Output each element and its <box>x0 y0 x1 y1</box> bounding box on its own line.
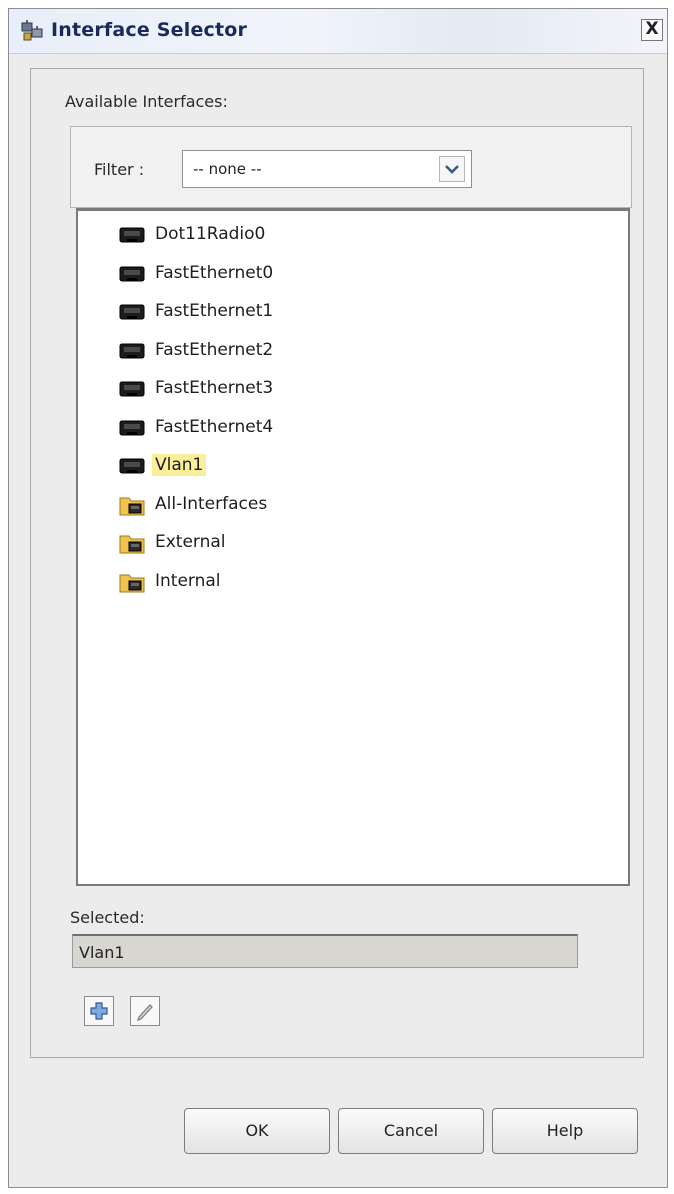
tree-item[interactable]: External <box>118 529 478 557</box>
dropdown-arrow-button[interactable] <box>439 156 465 182</box>
ok-button[interactable]: OK <box>184 1108 330 1154</box>
window-title: Interface Selector <box>51 19 248 41</box>
interface-icon <box>119 458 145 474</box>
tree-item-label: FastEthernet1 <box>155 301 274 321</box>
tree-item-label: FastEthernet2 <box>155 339 274 360</box>
interface-icon <box>119 343 145 358</box>
interface-group-icon <box>119 535 145 554</box>
tree-item[interactable]: Internal <box>118 568 478 596</box>
filter-dropdown[interactable]: -- none -- <box>182 150 472 188</box>
title-bar[interactable]: Interface Selector X <box>9 9 667 54</box>
interface-tree[interactable]: Dot11Radio0 FastEthernet0 FastEthernet1 Fas… <box>76 208 630 886</box>
tree-item[interactable]: FastEthernet3 <box>118 375 478 403</box>
tree-item[interactable]: All-Interfaces <box>118 491 478 519</box>
interface-selector-icon <box>21 20 43 41</box>
add-button[interactable] <box>84 996 114 1026</box>
edit-button[interactable] <box>130 996 160 1026</box>
tree-item-label: Vlan1 <box>152 454 207 476</box>
cancel-button[interactable]: Cancel <box>338 1108 484 1154</box>
tree-item-label: External <box>155 532 226 552</box>
tree-item[interactable]: Dot11Radio0 <box>118 221 478 249</box>
filter-label: Filter : <box>94 160 145 179</box>
tree-item-label: Dot11Radio0 <box>155 224 266 244</box>
interface-group-icon <box>119 497 145 515</box>
available-interfaces-label: Available Interfaces: <box>65 92 228 111</box>
pencil-icon <box>137 1004 153 1021</box>
tree-item[interactable]: FastEthernet4 <box>118 414 478 442</box>
filter-selected-value: -- none -- <box>193 160 262 178</box>
tree-item-label: All-Interfaces <box>155 493 268 514</box>
interface-group-icon <box>119 574 145 592</box>
selected-field: Vlan1 <box>72 934 578 968</box>
interface-icon <box>119 420 145 435</box>
tree-item[interactable]: FastEthernet2 <box>118 337 478 365</box>
tree-item-label: FastEthernet4 <box>155 416 274 437</box>
help-button[interactable]: Help <box>492 1108 638 1154</box>
close-button[interactable]: X <box>641 19 663 41</box>
tree-item[interactable]: Vlan1 <box>118 452 478 480</box>
add-icon <box>90 1002 108 1020</box>
interface-icon <box>119 304 145 320</box>
interface-icon <box>119 266 145 281</box>
chevron-down-icon <box>445 165 459 174</box>
interface-icon <box>119 381 145 397</box>
tree-item-label: Internal <box>155 570 221 591</box>
selected-label: Selected: <box>70 908 145 927</box>
interface-icon <box>119 227 145 243</box>
tree-item[interactable]: FastEthernet0 <box>118 260 478 288</box>
selected-value: Vlan1 <box>79 943 125 962</box>
tree-item[interactable]: FastEthernet1 <box>118 298 478 326</box>
tree-item-label: FastEthernet3 <box>155 378 274 398</box>
tree-item-label: FastEthernet0 <box>155 262 274 283</box>
